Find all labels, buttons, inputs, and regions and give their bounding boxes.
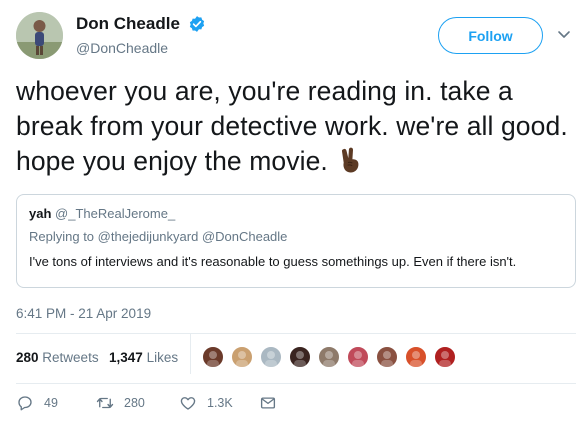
liker-avatar[interactable] bbox=[375, 345, 399, 369]
liker-avatar[interactable] bbox=[201, 345, 225, 369]
reply-icon bbox=[18, 396, 32, 411]
stats-separator bbox=[190, 334, 191, 374]
likes-label: Likes bbox=[146, 350, 179, 365]
reply-prefix: Replying to bbox=[29, 229, 95, 244]
like-count: 1.3K bbox=[207, 396, 233, 410]
retweets-count: 280 bbox=[16, 350, 39, 365]
avatar[interactable] bbox=[16, 12, 63, 59]
liker-avatar[interactable] bbox=[317, 345, 341, 369]
tweet-card: Don Cheadle @DonCheadle Follow whoever y… bbox=[0, 0, 585, 421]
liker-avatar[interactable] bbox=[230, 345, 254, 369]
reply-count: 49 bbox=[44, 396, 58, 410]
liker-avatar[interactable] bbox=[404, 345, 428, 369]
verified-badge-icon bbox=[188, 15, 206, 33]
quoted-text: I've tons of interviews and it's reasona… bbox=[29, 254, 517, 269]
liker-avatar[interactable] bbox=[259, 345, 283, 369]
quoted-author: yah @_TheRealJerome_ bbox=[29, 206, 563, 221]
heart-icon bbox=[180, 397, 196, 410]
envelope-icon bbox=[260, 397, 276, 409]
quoted-author-handle: @_TheRealJerome_ bbox=[55, 206, 176, 221]
retweets-label: Retweets bbox=[42, 350, 99, 365]
quoted-author-name: yah bbox=[29, 206, 52, 221]
author-block: Don Cheadle @DonCheadle bbox=[76, 14, 206, 56]
likes-stat[interactable]: 1,347 Likes bbox=[109, 350, 178, 365]
tweet-actions: 49 280 1.3K bbox=[16, 394, 576, 414]
quoted-reply-context: Replying to @thejedijunkyard @DonCheadle bbox=[29, 229, 563, 244]
tweet-header: Don Cheadle @DonCheadle Follow bbox=[16, 12, 576, 64]
tweet-timestamp[interactable]: 6:41 PM - 21 Apr 2019 bbox=[16, 306, 151, 321]
liker-avatar[interactable] bbox=[346, 345, 370, 369]
follow-button[interactable]: Follow bbox=[438, 17, 543, 54]
engagement-stats: 280 Retweets 1,347 Likes bbox=[16, 334, 576, 376]
victory-hand-emoji-icon bbox=[336, 146, 364, 174]
retweet-icon bbox=[96, 397, 114, 409]
tweet-body: whoever you are, you're reading in. take… bbox=[16, 74, 576, 179]
display-name[interactable]: Don Cheadle bbox=[76, 14, 180, 34]
retweet-count: 280 bbox=[124, 396, 145, 410]
tweet-text: whoever you are, you're reading in. take… bbox=[16, 76, 568, 176]
chevron-down-icon[interactable] bbox=[556, 26, 572, 42]
likes-count: 1,347 bbox=[109, 350, 143, 365]
liker-avatar[interactable] bbox=[288, 345, 312, 369]
avatar-photo-icon bbox=[16, 12, 63, 59]
liker-avatar[interactable] bbox=[433, 345, 457, 369]
retweets-stat[interactable]: 280 Retweets bbox=[16, 350, 99, 365]
quoted-tweet[interactable]: yah @_TheRealJerome_ Replying to @thejed… bbox=[16, 194, 576, 288]
direct-message-button[interactable] bbox=[259, 394, 287, 412]
reply-button[interactable]: 49 bbox=[16, 394, 58, 412]
retweet-button[interactable]: 280 bbox=[96, 394, 145, 412]
author-handle[interactable]: @DonCheadle bbox=[76, 40, 206, 56]
divider bbox=[16, 383, 576, 384]
divider bbox=[16, 333, 576, 334]
like-button[interactable]: 1.3K bbox=[179, 394, 233, 412]
reply-to-handles: @thejedijunkyard @DonCheadle bbox=[97, 229, 288, 244]
